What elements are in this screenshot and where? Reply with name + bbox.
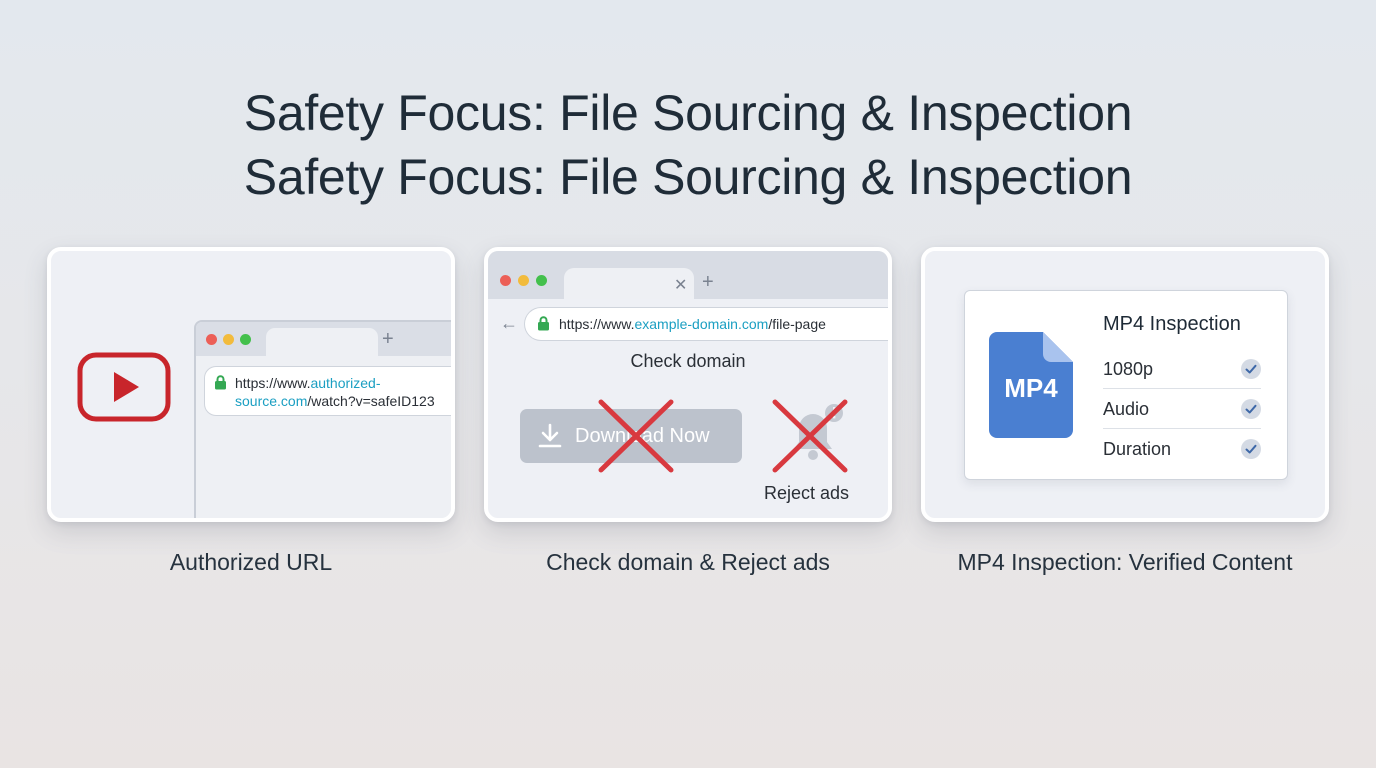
url-path: /file-page: [768, 316, 826, 332]
browser-tab[interactable]: [266, 328, 378, 356]
close-window-dot[interactable]: [206, 334, 217, 345]
inspection-title: MP4 Inspection: [1103, 313, 1241, 335]
check-row: 1080p: [1103, 349, 1261, 389]
address-url-text: https://www.authorized- source.com/watch…: [235, 374, 435, 410]
maximize-window-dot[interactable]: [240, 334, 251, 345]
checkmark-icon: [1241, 359, 1261, 379]
reject-ads-label: Reject ads: [764, 483, 850, 503]
maximize-window-dot[interactable]: [536, 275, 547, 286]
url-domain-part2: source.com: [235, 393, 308, 409]
page-title: Safety Focus: File Sourcing & Inspection: [243, 85, 1133, 141]
check-domain-label: Check domain: [630, 351, 746, 371]
caption-authorized-url: Authorized URL: [169, 549, 333, 575]
url-domain: example-domain.com: [634, 316, 769, 332]
inspection-panel: MP4 MP4 Inspection 1080p Audio Duration: [964, 290, 1288, 480]
lock-icon: [215, 375, 226, 390]
check-row-label: Duration: [1103, 439, 1172, 459]
url-path: /watch?v=safeID123: [307, 393, 435, 409]
new-tab-plus-icon[interactable]: +: [702, 271, 714, 294]
check-row-label: 1080p: [1103, 359, 1154, 379]
file-badge-label: MP4: [1004, 373, 1058, 403]
checkmark-icon: [1241, 399, 1261, 419]
address-url-text: https://www.example-domain.com/file-page: [559, 316, 826, 332]
lock-icon: [538, 316, 549, 331]
new-tab-plus-icon[interactable]: +: [382, 328, 394, 351]
minimize-window-dot[interactable]: [223, 334, 234, 345]
url-domain-part1: authorized-: [310, 375, 381, 391]
reject-cross-icon: [772, 399, 848, 473]
browser-window: + https://www.authorized- source.com/wat…: [194, 320, 451, 518]
caption-mp4-inspection: MP4 Inspection: Verified Content: [957, 549, 1293, 575]
back-arrow-icon[interactable]: ←: [500, 313, 518, 334]
check-row: Duration: [1103, 429, 1261, 469]
page-title-repeat: Safety Focus: File Sourcing & Inspection: [243, 149, 1133, 205]
address-bar[interactable]: https://www.authorized- source.com/watch…: [204, 366, 451, 416]
browser-tab-bar: +: [196, 322, 451, 356]
address-bar[interactable]: https://www.example-domain.com/file-page: [524, 307, 888, 341]
download-icon: [538, 423, 562, 448]
checkmark-icon: [1241, 439, 1261, 459]
browser-tab-bar: ✕ +: [488, 251, 888, 299]
caption-check-domain: Check domain & Reject ads: [546, 549, 830, 575]
minimize-window-dot[interactable]: [518, 275, 529, 286]
mp4-inspection-card: MP4 MP4 Inspection 1080p Audio Duration: [921, 247, 1329, 522]
close-window-dot[interactable]: [500, 275, 511, 286]
video-play-logo-icon: [77, 352, 171, 422]
check-row-label: Audio: [1103, 399, 1150, 419]
check-domain-card: ✕ + ← https://www.example-domain.com/fil…: [484, 247, 892, 522]
url-prefix: https://www.: [235, 375, 311, 391]
check-row: Audio: [1103, 389, 1261, 429]
close-tab-icon[interactable]: ✕: [674, 275, 687, 295]
authorized-url-card: + https://www.authorized- source.com/wat…: [47, 247, 455, 522]
url-prefix: https://www.: [559, 316, 635, 332]
reject-cross-icon: [598, 399, 674, 473]
